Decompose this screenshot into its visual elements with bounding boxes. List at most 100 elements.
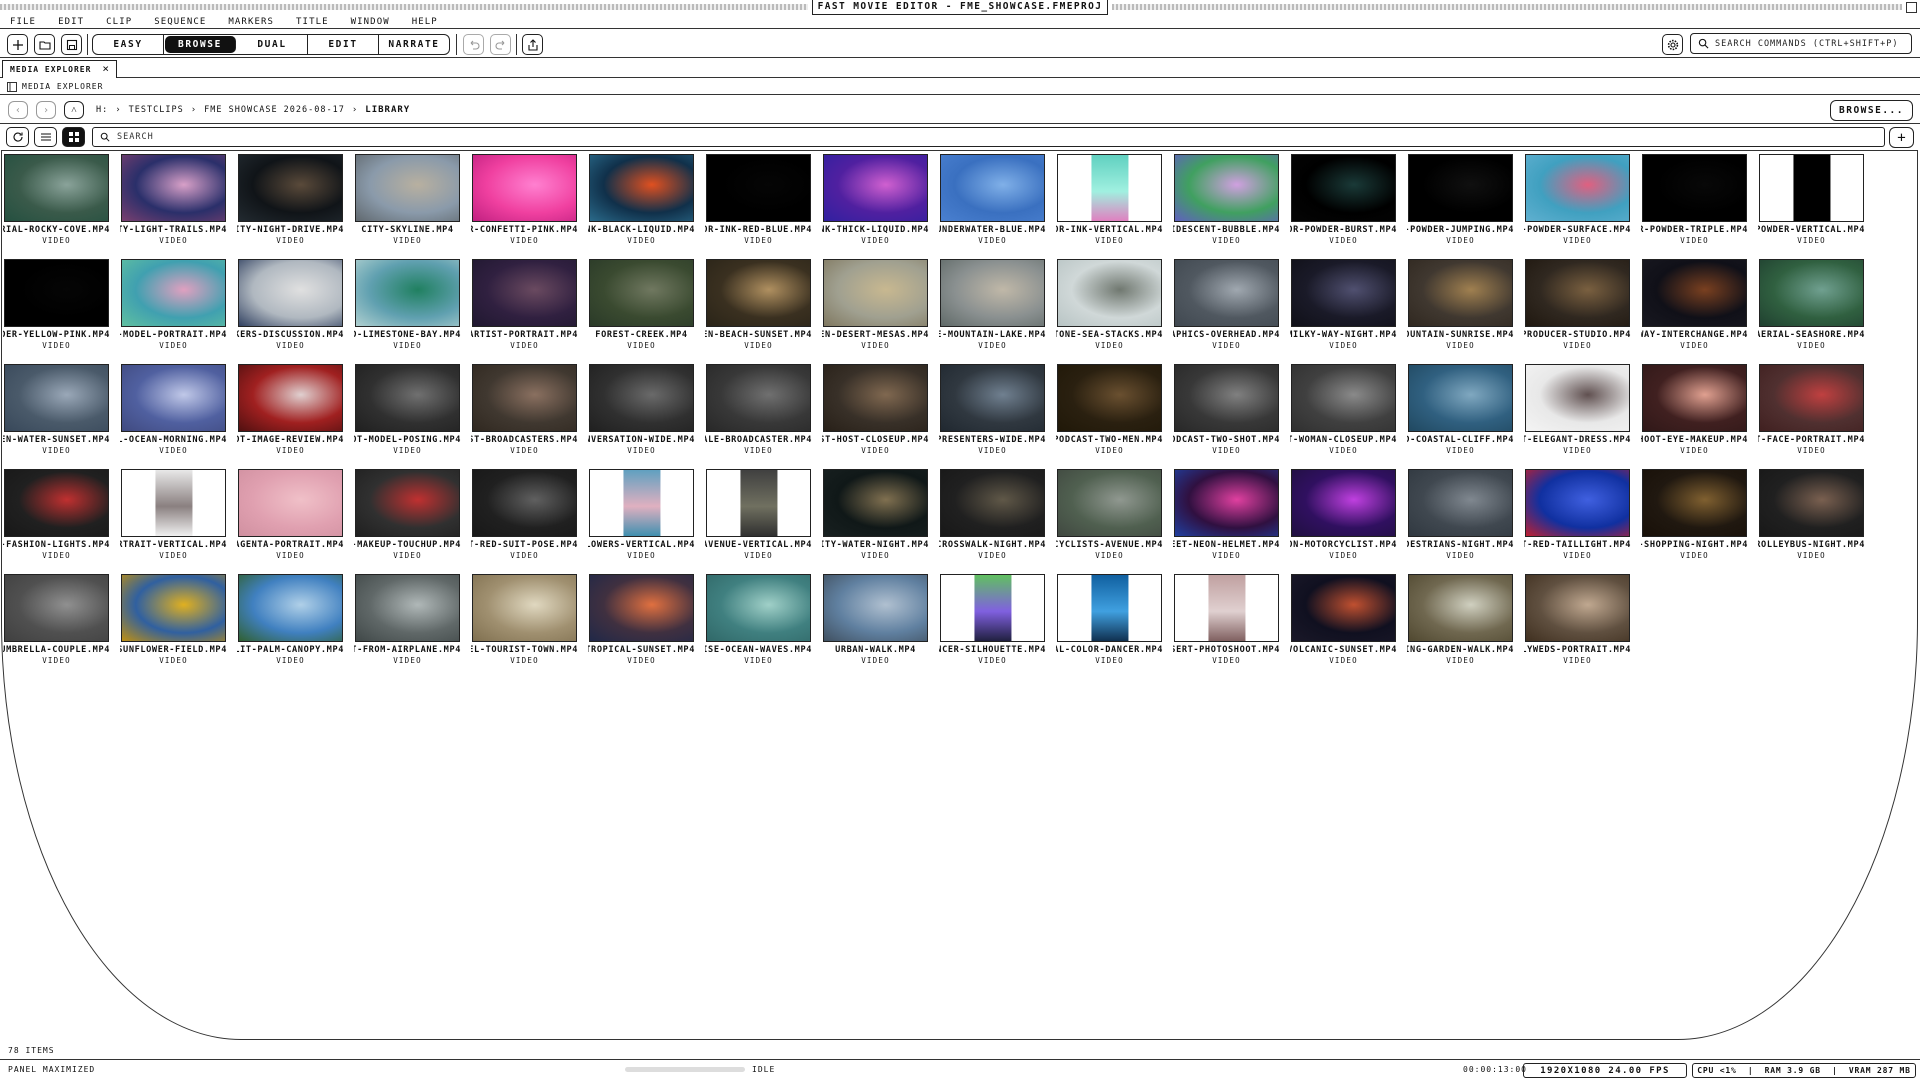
command-search-input[interactable]: SEARCH COMMANDS (CTRL+SHIFT+P)	[1690, 33, 1912, 54]
media-item[interactable]: CITY-LIGHT-TRAILS.MP4VIDEO	[120, 154, 227, 245]
media-item[interactable]: FEMALE-ARTIST-PORTRAIT.MP4VIDEO	[471, 259, 578, 350]
media-item[interactable]: SHOOT-MAGENTA-PORTRAIT.MP4VIDEO	[237, 469, 344, 560]
media-thumbnail[interactable]	[1174, 259, 1279, 327]
media-thumbnail[interactable]	[238, 574, 343, 642]
media-thumbnail[interactable]	[1174, 364, 1279, 432]
media-thumbnail[interactable]	[823, 154, 928, 222]
media-thumbnail[interactable]	[1525, 574, 1630, 642]
media-item[interactable]: STREET-PEDESTRIANS-NIGHT.MP4VIDEO	[1407, 469, 1514, 560]
menu-sequence[interactable]: SEQUENCE	[154, 15, 206, 28]
media-item[interactable]: LIMESTONE-SEA-STACKS.MP4VIDEO	[1056, 259, 1163, 350]
open-project-button[interactable]	[34, 34, 55, 55]
media-item[interactable]: STREET-NEON-HELMET.MP4VIDEO	[1173, 469, 1280, 560]
media-item[interactable]: GOLDEN-BEACH-SUNSET.MP4VIDEO	[705, 259, 812, 350]
media-thumbnail[interactable]	[238, 364, 343, 432]
mode-dual-button[interactable]: DUAL	[237, 35, 308, 54]
media-thumbnail[interactable]	[1525, 364, 1630, 432]
media-thumbnail[interactable]	[1057, 364, 1162, 432]
media-item[interactable]: LANDSCAPE-MOUNTAIN-LAKE.MP4VIDEO	[939, 259, 1046, 350]
undo-button[interactable]	[463, 34, 484, 55]
media-item[interactable]: MILKY-WAY-NIGHT.MP4 VIDEO	[1290, 259, 1397, 350]
media-thumbnail[interactable]	[1642, 469, 1747, 537]
menu-window[interactable]: WINDOW	[351, 15, 390, 28]
media-thumbnail[interactable]	[1759, 469, 1864, 537]
media-item[interactable]: PODCAST-FEMALE-BROADCASTER.MP4VIDEO	[705, 364, 812, 455]
media-item[interactable]: SUNLIT-PALM-CANOPY.MP4VIDEO	[237, 574, 344, 665]
menu-help[interactable]: HELP	[412, 15, 438, 28]
media-item[interactable]: PEACEFUL-OCEAN-MORNING.MP4VIDEO	[120, 364, 227, 455]
media-thumbnail[interactable]	[1525, 154, 1630, 222]
media-thumbnail[interactable]	[940, 259, 1045, 327]
media-item[interactable]: VERTICAL-COLOR-DANCER-SILHOUETTE.MP4VIDE…	[939, 574, 1046, 665]
media-thumbnail[interactable]	[940, 154, 1045, 222]
media-item[interactable]: STREET-SHOPPING-NIGHT.MP4VIDEO	[1641, 469, 1748, 560]
window-close-icon[interactable]	[1906, 2, 1917, 13]
tab-media-explorer[interactable]: MEDIA EXPLORER ×	[2, 60, 117, 78]
media-item[interactable]: TURQUOISE-OCEAN-WAVES.MP4VIDEO	[705, 574, 812, 665]
menu-edit[interactable]: EDIT	[58, 15, 84, 28]
media-thumbnail[interactable]	[1174, 469, 1279, 537]
breadcrumb-item[interactable]: TESTCLIPS	[129, 105, 184, 115]
media-item[interactable]: COLOR-POWDER-SURFACE.MP4VIDEO	[1524, 154, 1631, 245]
media-thumbnail[interactable]	[706, 154, 811, 222]
media-item[interactable]: STREET-NEON-MOTORCYCLIST.MP4VIDEO	[1290, 469, 1397, 560]
media-thumbnail[interactable]	[238, 154, 343, 222]
media-item[interactable]: TROPIC-COAST-FROM-AIRPLANE.MP4VIDEO	[354, 574, 461, 665]
media-item[interactable]: PODCAST-HOST-CLOSEUP.MP4VIDEO	[822, 364, 929, 455]
media-thumbnail[interactable]	[1174, 574, 1279, 642]
media-item[interactable]: COLOR-INK-THICK-LIQUID.MP4VIDEO	[822, 154, 929, 245]
breadcrumb-item[interactable]: FME SHOWCASE 2026-08-17	[204, 105, 345, 115]
media-item[interactable]: COLOR-INK-UNDERWATER-BLUE.MP4VIDEO	[939, 154, 1046, 245]
media-thumbnail[interactable]	[472, 469, 577, 537]
breadcrumb-item[interactable]: H:	[96, 105, 108, 115]
media-item[interactable]: STREET-CITY-WATER-NIGHT.MP4VIDEO	[822, 469, 929, 560]
media-item[interactable]: PODCAST-WOMAN-CLOSEUP.MP4VIDEO	[1290, 364, 1397, 455]
media-thumbnail[interactable]	[238, 259, 343, 327]
media-thumbnail[interactable]	[940, 469, 1045, 537]
menu-file[interactable]: FILE	[10, 15, 36, 28]
media-thumbnail[interactable]	[1057, 574, 1162, 642]
media-item[interactable]: COLOR-INK-BLACK-LIQUID.MP4VIDEO	[588, 154, 695, 245]
media-item[interactable]: PODCAST-TWO-MEN.MP4 VIDEO	[1056, 364, 1163, 455]
mode-narrate-button[interactable]: NARRATE	[379, 35, 449, 54]
media-thumbnail[interactable]	[1525, 259, 1630, 327]
media-thumbnail[interactable]	[472, 154, 577, 222]
media-thumbnail[interactable]	[1642, 364, 1747, 432]
media-thumbnail[interactable]	[1759, 259, 1864, 327]
media-item[interactable]: URBAN-WALK.MP4 VIDEO	[822, 574, 929, 665]
media-thumbnail[interactable]	[121, 574, 226, 642]
media-item[interactable]: SHOOT-RED-SUIT-POSE.MP4VIDEO	[471, 469, 578, 560]
media-item[interactable]: PHOTOSHOOT-MODEL-POSING.MP4VIDEO	[354, 364, 461, 455]
media-item[interactable]: STREET-AVENUE-VERTICAL.MP4VIDEO	[705, 469, 812, 560]
media-item[interactable]: TRAVEL-TOURIST-TOWN.MP4VIDEO	[471, 574, 578, 665]
media-item[interactable]: COLORFUL-MODEL-PORTRAIT.MP4VIDEO	[120, 259, 227, 350]
media-item[interactable]: SPRING-FLOWERS-VERTICAL.MP4VIDEO	[588, 469, 695, 560]
tab-close-icon[interactable]: ×	[102, 62, 110, 75]
media-thumbnail[interactable]	[1408, 364, 1513, 432]
media-item[interactable]: VERTICAL-COLOR-DANCER.MP4VIDEO	[1056, 574, 1163, 665]
media-item[interactable]: SHOOT-FASHION-LIGHTS.MP4VIDEO	[3, 469, 110, 560]
media-item[interactable]: COLOR-POWDER-JUMPING.MP4VIDEO	[1407, 154, 1514, 245]
menu-clip[interactable]: CLIP	[106, 15, 132, 28]
media-thumbnail[interactable]	[706, 259, 811, 327]
grid-view-button[interactable]	[62, 127, 85, 147]
mode-easy-button[interactable]: EASY	[93, 35, 164, 54]
media-item[interactable]: STREET-TROLLEYBUS-NIGHT.MP4VIDEO	[1758, 469, 1865, 560]
back-button[interactable]: ‹	[8, 101, 28, 119]
media-thumbnail[interactable]	[940, 364, 1045, 432]
media-thumbnail[interactable]	[238, 469, 343, 537]
media-thumbnail[interactable]	[1291, 154, 1396, 222]
media-item[interactable]: PHOTOSHOOT-IMAGE-REVIEW.MP4VIDEO	[237, 364, 344, 455]
media-item[interactable]: SHOOT-EYE-MAKEUP.MP4 VIDEO	[1641, 364, 1748, 455]
media-thumbnail[interactable]	[4, 154, 109, 222]
library-search-input[interactable]	[92, 127, 1885, 147]
media-thumbnail[interactable]	[823, 469, 928, 537]
media-thumbnail[interactable]	[4, 574, 109, 642]
media-item[interactable]: FOREST-CREEK.MP4 VIDEO	[588, 259, 695, 350]
media-item[interactable]: EMERALD-LIMESTONE-BAY.MP4VIDEO	[354, 259, 461, 350]
media-thumbnail[interactable]	[589, 154, 694, 222]
media-thumbnail[interactable]	[1642, 259, 1747, 327]
media-thumbnail[interactable]	[1291, 469, 1396, 537]
media-thumbnail[interactable]	[1291, 259, 1396, 327]
export-button[interactable]	[522, 34, 543, 55]
